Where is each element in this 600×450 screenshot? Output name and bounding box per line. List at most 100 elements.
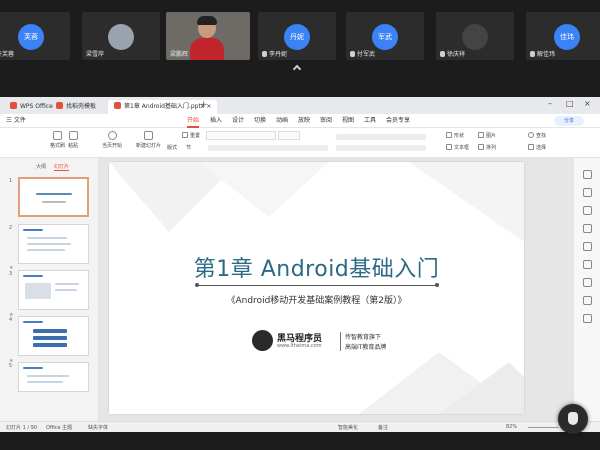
menu-view[interactable]: 视图 — [342, 114, 354, 128]
avatar: 芙蓉 — [18, 24, 44, 50]
find-button[interactable]: 查找 — [528, 132, 546, 139]
zoom-slider[interactable] — [528, 427, 558, 428]
thumbnail-number: 3 — [9, 271, 13, 277]
menu-insert[interactable]: 插入 — [210, 114, 222, 128]
mic-muted-icon — [262, 51, 267, 57]
section-button[interactable]: 节 — [186, 144, 191, 151]
missing-font-button[interactable]: 缺失字体 — [88, 424, 108, 431]
participant-tile[interactable]: 佳玮 解佳玮 — [526, 12, 600, 60]
font-size-select[interactable] — [278, 131, 300, 140]
shape-icon — [446, 132, 452, 138]
smart-beautify-button[interactable]: 智能美化 — [338, 424, 358, 431]
share-icon[interactable] — [583, 296, 592, 305]
slogan-line-2: 高端IT教育品牌 — [345, 344, 387, 351]
slide-title[interactable]: 第1章 Android基础入门 — [109, 251, 524, 283]
template-icon — [56, 102, 63, 109]
raise-hand-button[interactable] — [558, 404, 588, 434]
style-icon[interactable] — [583, 206, 592, 215]
brush-icon — [53, 131, 62, 140]
participant-tile[interactable]: 梁雪岸 — [82, 12, 160, 60]
menu-design[interactable]: 设计 — [232, 114, 244, 128]
layout-button[interactable]: 版式 — [167, 144, 177, 151]
participant-video-tile[interactable]: 梁鹏辉 — [166, 12, 250, 60]
select-button[interactable]: 选择 — [528, 144, 546, 151]
beautify-icon[interactable] — [583, 188, 592, 197]
image-button[interactable]: 图片 — [478, 132, 496, 139]
select-icon — [528, 144, 534, 150]
meeting-bottom-bar — [0, 432, 600, 450]
format-painter-button[interactable]: 格式刷 — [50, 131, 65, 149]
maximize-icon[interactable]: □ — [566, 99, 574, 108]
wps-logo-icon — [10, 102, 17, 109]
tab-outline[interactable]: 大纲 — [36, 163, 46, 170]
arrange-button[interactable]: 排列 — [478, 144, 496, 151]
menu-slideshow[interactable]: 放映 — [298, 114, 310, 128]
ribbon-toolbar: 格式刷 粘贴 当页开始 新建幻灯片 版式 节 重置 形状 文本框 图片 排列 查… — [0, 128, 600, 158]
thumbnail-number: 5 — [9, 363, 13, 369]
reset-button[interactable]: 重置 — [182, 132, 200, 139]
participant-name: 付军武 — [350, 49, 375, 58]
menu-member[interactable]: 会员专享 — [386, 114, 410, 128]
menu-tools[interactable]: 工具 — [364, 114, 376, 128]
tab-bar: WPS Office 找稻壳模板 第1章 Android基础入门.pptx × … — [0, 97, 600, 114]
avatar — [108, 24, 134, 50]
slide-editing-canvas[interactable]: 第1章 Android基础入门 《Android移动开发基础案例教程（第2版）》… — [98, 158, 573, 421]
participant-name: 李丹妮 — [262, 49, 287, 58]
menu-transition[interactable]: 切换 — [254, 114, 266, 128]
thumbnail-number: 4 — [9, 317, 13, 323]
slide-thumbnail-4[interactable] — [18, 316, 89, 356]
slide-subtitle[interactable]: 《Android移动开发基础案例教程（第2版）》 — [109, 293, 524, 306]
thumbnail-number: 2 — [9, 225, 13, 231]
tab-slides[interactable]: 幻灯片 — [54, 163, 70, 171]
paragraph-controls[interactable] — [336, 134, 426, 140]
thumbnail-number: 1 — [9, 178, 13, 184]
menu-review[interactable]: 审阅 — [320, 114, 332, 128]
close-icon[interactable]: × — [584, 99, 591, 108]
new-tab-icon[interactable]: + — [200, 100, 208, 110]
transition-icon[interactable] — [583, 242, 592, 251]
meeting-participant-strip: 芙蓉 许芙蓉 梁雪岸 梁鹏辉 丹妮 李丹妮 军武 付军武 徐庆祥 佳玮 解佳玮 — [0, 0, 600, 90]
share-button[interactable]: 分享 — [554, 116, 584, 126]
participant-tile[interactable]: 丹妮 李丹妮 — [258, 12, 336, 60]
slide-thumbnail-3[interactable] — [18, 270, 89, 310]
paste-button[interactable]: 粘贴 — [68, 131, 78, 149]
slide-thumbnail-1[interactable] — [18, 177, 89, 217]
notes-button[interactable]: 备注 — [378, 424, 388, 431]
text-format-controls[interactable] — [208, 145, 328, 151]
status-bar: 幻灯片 1 / 90 Office 主题 缺失字体 智能美化 备注 82% — [0, 421, 600, 432]
slide-thumbnail-5[interactable] — [18, 362, 89, 392]
minimize-icon[interactable]: – — [548, 99, 552, 108]
menu-home[interactable]: 开始 — [187, 114, 200, 128]
avatar: 佳玮 — [554, 24, 580, 50]
textbox-icon — [446, 144, 452, 150]
slogan-line-1: 传智教育旗下 — [345, 334, 382, 341]
participant-tile[interactable]: 军武 付军武 — [346, 12, 424, 60]
paragraph-align-controls[interactable] — [336, 145, 426, 151]
participant-tile[interactable]: 徐庆祥 — [436, 12, 514, 60]
notes-icon[interactable] — [583, 260, 592, 269]
menu-file[interactable]: 三 文件 — [6, 114, 26, 128]
textbox-button[interactable]: 文本框 — [446, 144, 469, 151]
participant-name: 许芙蓉 — [0, 51, 15, 58]
more-icon[interactable] — [583, 314, 592, 323]
slide-counter: 幻灯片 1 / 90 — [6, 425, 37, 431]
mic-muted-icon — [530, 51, 535, 57]
animation-icon[interactable] — [583, 224, 592, 233]
tab-templates[interactable]: 找稻壳模板 — [50, 100, 102, 114]
collapse-chevron-icon[interactable] — [292, 64, 302, 74]
menu-animation[interactable]: 动画 — [276, 114, 288, 128]
property-icon[interactable] — [583, 170, 592, 179]
new-slide-button[interactable]: 新建幻灯片 — [136, 131, 161, 149]
shape-button[interactable]: 形状 — [446, 132, 464, 139]
slide-thumbnail-2[interactable] — [18, 224, 89, 264]
participant-tile[interactable]: 芙蓉 许芙蓉 — [0, 12, 70, 60]
search-icon — [528, 132, 534, 138]
backup-icon[interactable] — [583, 278, 592, 287]
right-tool-panel — [573, 158, 600, 421]
play-from-current-button[interactable]: 当页开始 — [102, 131, 122, 149]
font-family-select[interactable] — [206, 131, 276, 140]
current-slide[interactable]: 第1章 Android基础入门 《Android移动开发基础案例教程（第2版）》… — [109, 162, 524, 414]
logo-url: www.itheima.com — [277, 343, 322, 349]
theme-label[interactable]: Office 主题 — [46, 424, 72, 431]
horse-logo-icon — [252, 330, 273, 351]
